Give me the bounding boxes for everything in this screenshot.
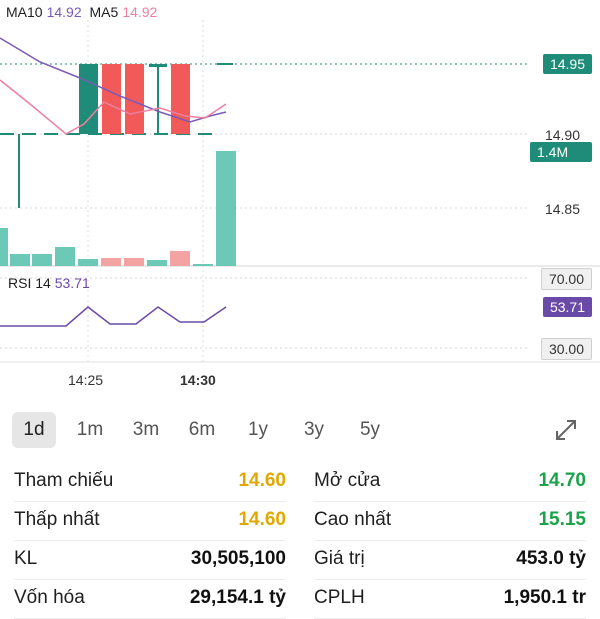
stat-open: Mở cửa 14.70 xyxy=(314,462,586,502)
stat-market-cap: Vốn hóa 29,154.1 tỷ xyxy=(14,579,286,619)
ma10-label: MA10 xyxy=(6,4,43,20)
stats-row: KL 30,505,100 Giá trị 453.0 tỷ xyxy=(0,540,600,580)
stat-label: Giá trị xyxy=(314,548,365,569)
tab-1y[interactable]: 1y xyxy=(236,412,280,448)
rsi-line xyxy=(0,306,227,327)
stat-label: Mở cửa xyxy=(314,470,381,491)
current-price-tag: 14.95 xyxy=(542,54,592,74)
stat-label: Tham chiếu xyxy=(14,470,114,491)
volume-bar xyxy=(32,254,52,266)
candle xyxy=(102,64,121,134)
stat-value: 15.15 xyxy=(538,509,586,530)
candle xyxy=(79,64,98,134)
stat-value: 14.70 xyxy=(538,470,586,491)
stat-ref: Tham chiếu 14.60 xyxy=(14,462,286,502)
ma-legend: MA10 14.92 MA5 14.92 xyxy=(6,4,161,20)
price-tick: 14.85 xyxy=(544,201,580,217)
stat-shares: CPLH 1,950.1 tr xyxy=(314,579,586,619)
stats-row: Thấp nhất 14.60 Cao nhất 15.15 xyxy=(0,501,600,541)
stat-high: Cao nhất 15.15 xyxy=(314,501,586,541)
tab-3y[interactable]: 3y xyxy=(292,412,336,448)
stat-volume: KL 30,505,100 xyxy=(14,540,286,580)
tab-6m[interactable]: 6m xyxy=(180,412,224,448)
volume-bar xyxy=(78,259,98,266)
stat-value: 1,950.1 tr xyxy=(503,587,586,608)
candle xyxy=(217,63,233,65)
stat-label: Vốn hóa xyxy=(14,587,85,608)
tab-1d[interactable]: 1d xyxy=(12,412,56,448)
rsi-legend: RSI 14 53.71 xyxy=(8,275,90,291)
tab-5y[interactable]: 5y xyxy=(348,412,392,448)
rsi-upper-tag: 70.00 xyxy=(540,268,592,290)
volume-bar xyxy=(101,258,121,266)
stat-label: CPLH xyxy=(314,587,365,608)
stat-value: 453.0 tỷ xyxy=(516,548,586,569)
stat-value: 14.60 xyxy=(238,509,286,530)
rsi-current-tag: 53.71 xyxy=(542,297,592,317)
tab-3m[interactable]: 3m xyxy=(124,412,168,448)
volume-bar xyxy=(170,251,190,266)
stat-label: KL xyxy=(14,548,38,569)
candle xyxy=(171,64,190,134)
price-tick: 14.90 xyxy=(544,127,580,143)
ma5-label: MA5 xyxy=(89,4,119,20)
volume-tag: 1.4M xyxy=(530,142,592,162)
stat-low: Thấp nhất 14.60 xyxy=(14,501,286,541)
stats-row: Vốn hóa 29,154.1 tỷ CPLH 1,950.1 tr xyxy=(0,579,600,619)
ma5-value: 14.92 xyxy=(122,4,158,20)
time-label: 14:25 xyxy=(68,372,104,388)
tab-1m[interactable]: 1m xyxy=(68,412,112,448)
stats-row: Tham chiếu 14.60 Mở cửa 14.70 xyxy=(0,462,600,502)
period-tabs: 1d 1m 3m 6m 1y 3y 5y xyxy=(0,408,600,452)
rsi-value: 53.71 xyxy=(54,275,90,291)
stat-value: 30,505,100 xyxy=(190,548,286,569)
expand-icon[interactable] xyxy=(554,418,578,442)
volume-bar xyxy=(55,247,75,266)
stat-value: 14.60 xyxy=(238,470,286,491)
stat-label: Cao nhất xyxy=(314,509,392,530)
stat-value-traded: Giá trị 453.0 tỷ xyxy=(314,540,586,580)
volume-bar xyxy=(0,228,8,266)
stats-table: Tham chiếu 14.60 Mở cửa 14.70 Thấp nhất … xyxy=(0,462,600,619)
time-label: 14:30 xyxy=(180,372,216,388)
volume-bar xyxy=(10,254,30,266)
stat-value: 29,154.1 tỷ xyxy=(189,587,286,608)
price-chart[interactable] xyxy=(0,0,600,400)
volume-bar xyxy=(124,258,144,266)
rsi-label: RSI 14 xyxy=(8,275,51,291)
ma10-value: 14.92 xyxy=(46,4,82,20)
volume-bar xyxy=(147,260,167,266)
volume-bar xyxy=(216,151,236,266)
stat-label: Thấp nhất xyxy=(14,509,100,530)
volume-bar xyxy=(193,264,213,266)
rsi-lower-tag: 30.00 xyxy=(540,338,592,360)
